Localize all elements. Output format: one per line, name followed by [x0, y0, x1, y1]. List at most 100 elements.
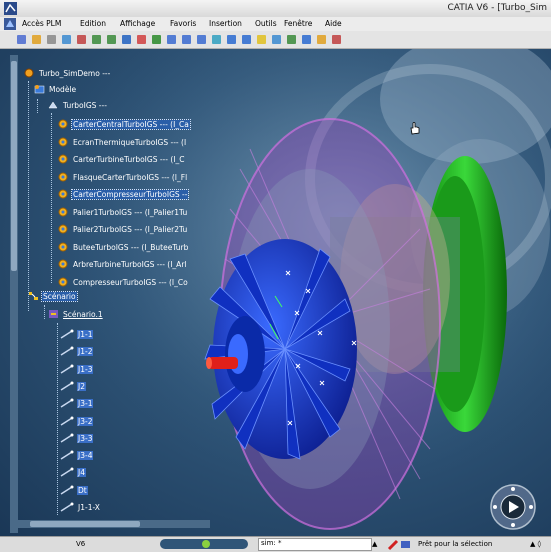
part-gear-icon	[58, 137, 68, 146]
tree-step-9[interactable]: Dt	[60, 485, 88, 497]
part-gear-icon	[58, 119, 68, 129]
joint-icon	[60, 329, 74, 339]
tree-part-1[interactable]: EcranThermiqueTurboIGS --- (I	[58, 137, 187, 149]
part-gear-icon	[58, 189, 68, 199]
joint-icon	[60, 467, 74, 478]
window-title: CATIA V6 - [Turbo_Sim	[447, 3, 547, 13]
tree-part-6[interactable]: Palier2TurboIGS --- (I_Palier2Tu	[58, 224, 188, 236]
multi-view-icon[interactable]	[226, 34, 237, 45]
tree-step-1[interactable]: J1-2	[60, 346, 94, 358]
status-arrow: ▲	[372, 540, 378, 548]
tree-scenario-1[interactable]: Scénario.1	[48, 309, 104, 321]
joint-icon	[60, 450, 74, 460]
tree-root[interactable]: Turbo_SimDemo ---	[24, 68, 111, 80]
normal-view-icon[interactable]	[211, 34, 222, 45]
tree-step-5[interactable]: J3-2	[60, 416, 94, 428]
tree-part-2[interactable]: CarterTurbineTurboIGS --- (I_C	[58, 154, 185, 166]
copy-icon[interactable]	[61, 34, 72, 45]
command-input[interactable]: sim: *	[258, 538, 372, 551]
tool-icon	[387, 539, 410, 551]
joint-icon	[60, 398, 74, 408]
joint-icon	[60, 364, 74, 374]
tree-step-0[interactable]: J1-1	[60, 329, 94, 341]
joint-icon	[60, 416, 74, 426]
part-gear-icon	[58, 207, 68, 216]
tree-part-8[interactable]: ArbreTurbineTurboIGS --- (I_Arl	[58, 259, 188, 271]
menu-fenetre[interactable]: Fenêtre	[284, 19, 312, 28]
part-gear-icon	[58, 259, 68, 269]
product-root-icon	[24, 68, 34, 78]
image-icon[interactable]	[301, 34, 312, 45]
specification-tree: Turbo_SimDemo --- Modèle TurboIGS --- Ca…	[10, 55, 210, 533]
measure-icon[interactable]	[316, 34, 327, 45]
status-right: ▲ ◊	[530, 540, 542, 548]
menu-aide[interactable]: Aide	[325, 19, 342, 28]
rotate-icon[interactable]	[166, 34, 177, 45]
tree-scenario[interactable]: Scénario	[28, 291, 78, 303]
tree-step-7[interactable]: J3-4	[60, 450, 94, 462]
status-v6: V6	[76, 540, 86, 548]
tree-step-2[interactable]: J1-3	[60, 364, 94, 376]
model-icon	[34, 85, 45, 94]
joint-icon	[60, 346, 74, 356]
shading-icon[interactable]	[256, 34, 267, 45]
tree-part-3[interactable]: FlasqueCarterTurboIGS --- (I_Fl	[58, 172, 188, 184]
hand-cursor-icon	[410, 122, 420, 135]
tree-part-5[interactable]: Palier1TurboIGS --- (I_Palier1Tu	[58, 207, 188, 219]
menu-favoris[interactable]: Favoris	[170, 19, 196, 28]
title-bar: CATIA V6 - [Turbo_Sim	[0, 0, 551, 18]
fit-all-icon[interactable]	[136, 34, 147, 45]
open-icon[interactable]	[31, 34, 42, 45]
undo-icon[interactable]	[91, 34, 102, 45]
tree-turboigs[interactable]: TurboIGS ---	[48, 100, 108, 112]
3dx-icon	[202, 540, 210, 548]
status-bar: V6 sim: * ▲ Prêt pour la sélection ▲ ◊	[0, 536, 551, 552]
assembly-icon	[48, 101, 58, 109]
tree-step-6[interactable]: J3-3	[60, 433, 94, 445]
tree-part-7[interactable]: ButeeTurboIGS --- (I_ButeeTurb	[58, 242, 189, 254]
pan-icon[interactable]	[151, 34, 162, 45]
joint-icon	[60, 433, 74, 443]
tree-step-8[interactable]: J4	[60, 467, 86, 479]
paste-icon[interactable]	[76, 34, 87, 45]
menu-insertion[interactable]: Insertion	[209, 19, 242, 28]
hide-show-icon[interactable]	[271, 34, 282, 45]
redo-icon[interactable]	[106, 34, 117, 45]
part-gear-icon	[58, 277, 68, 286]
tree-part-0[interactable]: CarterCentralTurboIGS --- (I_Ca	[58, 119, 191, 131]
part-gear-icon	[58, 224, 68, 234]
key-icon	[60, 502, 74, 512]
iso-view-icon[interactable]	[241, 34, 252, 45]
publish-icon[interactable]	[331, 34, 342, 45]
tree-step-4[interactable]: J3-1	[60, 398, 94, 410]
scenario-item-icon	[49, 310, 58, 318]
tree-step-3[interactable]: J2	[60, 381, 86, 393]
tree-modele[interactable]: Modèle	[34, 84, 77, 96]
menu-outils[interactable]: Outils	[255, 19, 277, 28]
menu-acces-plm[interactable]: Accès PLM	[22, 19, 61, 28]
part-gear-icon	[58, 172, 68, 181]
joint-icon	[60, 381, 74, 391]
part-gear-icon	[58, 242, 68, 251]
scenario-icon	[29, 292, 38, 300]
tree-part-9[interactable]: CompresseurTurboIGS --- (I_Co	[58, 277, 189, 289]
joint-icon	[60, 485, 74, 495]
status-message: Prêt pour la sélection	[418, 540, 493, 548]
toolbar	[0, 31, 551, 49]
help-icon[interactable]	[121, 34, 132, 45]
status-progress	[160, 539, 248, 549]
menu-bar: Accès PLM Edition Affichage Favoris Inse…	[0, 17, 551, 31]
part-gear-icon	[58, 154, 68, 164]
zoom-in-icon[interactable]	[181, 34, 192, 45]
swap-icon[interactable]	[286, 34, 297, 45]
catia-compass-icon[interactable]	[4, 18, 16, 30]
catia-logo-icon	[4, 2, 17, 15]
new-icon[interactable]	[16, 34, 27, 45]
menu-affichage[interactable]: Affichage	[120, 19, 155, 28]
cut-icon[interactable]	[46, 34, 57, 45]
menu-edition[interactable]: Edition	[80, 19, 106, 28]
zoom-out-icon[interactable]	[196, 34, 207, 45]
navigation-compass[interactable]	[480, 477, 546, 531]
tree-step-10[interactable]: J1-1-X	[60, 502, 101, 514]
tree-part-4[interactable]: CarterCompresseurTurboIGS --	[58, 189, 190, 201]
